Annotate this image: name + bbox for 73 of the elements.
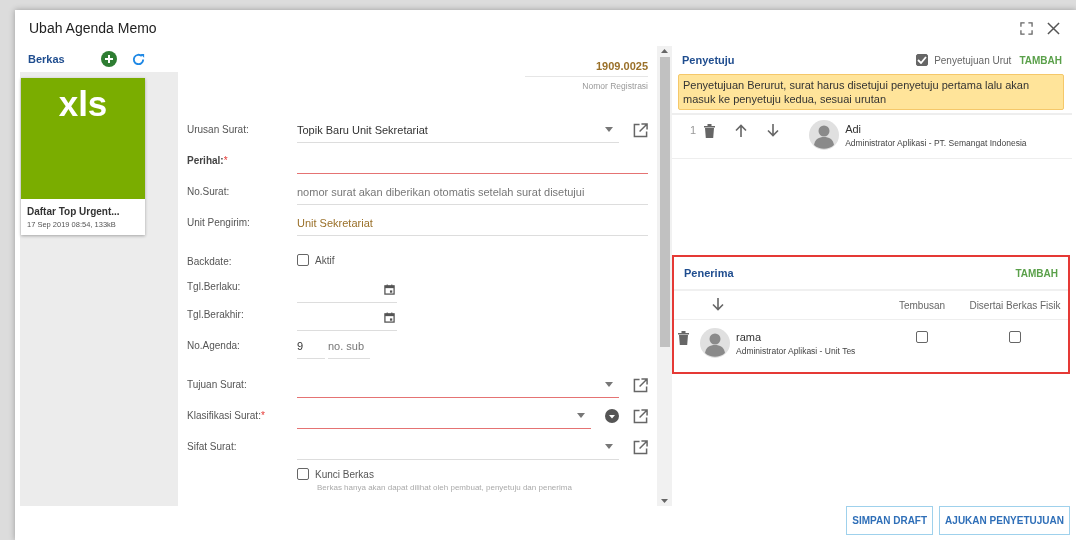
scrollbar-thumb[interactable] [659,57,670,347]
check-icon [917,56,928,64]
dropdown-circle-icon[interactable] [605,409,619,423]
file-name: Daftar Top Urgent... [27,206,121,217]
open-external-icon[interactable] [633,408,648,424]
close-icon[interactable] [1047,21,1060,35]
open-external-icon[interactable] [633,122,648,138]
fullscreen-icon[interactable] [1020,21,1033,35]
sub-number-field[interactable]: no. sub [328,333,370,359]
add-button[interactable]: TAMBAH [1019,54,1062,66]
field-label: Backdate: [187,256,232,267]
field-label: Unit Pengirim: [187,217,250,228]
arrow-up-icon[interactable] [735,124,748,137]
field-label: Sifat Surat: [187,441,237,452]
registration-label: Nomor Registrasi [581,81,648,91]
caret-icon[interactable] [605,382,613,387]
column-header: Disertai Berkas Fisik [968,299,1062,311]
required-mark: * [223,155,228,166]
file-type-label: xls [58,84,108,125]
add-icon[interactable] [100,51,117,67]
hint-text: Berkas hanya akan dapat dilihat oleh pembuat, penyetuju dan penerima [317,483,572,492]
action-button[interactable]: SIMPAN DRAFT [846,506,934,535]
section-title: Penyetuju [682,54,735,66]
field-label: Tujuan Surat: [187,379,247,390]
agenda-number-field[interactable]: 9 [297,333,325,359]
field-label: No.Agenda: [187,340,240,351]
person-name: Adi [845,123,863,135]
avatar-icon [809,120,840,150]
select-field[interactable]: Topik Baru Unit Sekretariat [297,117,619,143]
calendar-icon[interactable] [384,284,395,295]
arrow-down-icon[interactable] [712,297,724,311]
caret-icon[interactable] [605,444,613,449]
checkbox[interactable] [297,254,309,266]
scroll-down-icon[interactable] [661,499,668,503]
field-label: Tgl.Berakhir: [187,309,244,320]
avatar-icon [700,328,730,358]
checkbox-label: Aktif [315,254,335,266]
field-label: Tgl.Berlaku: [187,281,241,292]
scroll-up-icon[interactable] [661,49,668,53]
open-external-icon[interactable] [633,377,648,393]
trash-icon[interactable] [704,124,716,138]
required-mark: * [260,410,265,421]
dialog-title: Ubah Agenda Memo [29,20,157,36]
action-button[interactable]: AJUKAN PENYETUJUAN [939,506,1070,535]
refresh-icon[interactable] [130,51,146,67]
arrow-down-icon[interactable] [767,124,780,137]
checkbox[interactable] [297,468,309,480]
section-title: Berkas [28,53,65,65]
add-button[interactable]: TAMBAH [1015,267,1058,279]
checkbox[interactable] [916,54,929,66]
checkbox-label: Kunci Berkas [315,468,374,480]
order-number: 1 [690,124,697,136]
caret-icon[interactable] [577,413,585,418]
calendar-icon[interactable] [384,312,395,323]
person-name: rama [736,331,763,343]
caret-icon[interactable] [605,127,613,132]
open-external-icon[interactable] [633,439,648,455]
trash-icon[interactable] [678,331,689,345]
notice-banner: Penyetujuan Berurut, surat harus disetujui penyetuju pertama lalu akan masuk ke penyetuju kedua, sesuai urutan [678,74,1064,110]
scrollbar[interactable] [657,46,672,506]
registration-number: 1909.0025 [525,60,648,77]
section-title: Penerima [684,267,734,279]
field-label: Perihal: [187,155,224,166]
input-field[interactable]: nomor surat akan diberikan otomatis setelah surat disetujui [297,179,648,205]
checkbox[interactable] [916,331,928,343]
checkbox-label: Penyetujuan Urut [934,54,1012,66]
column-header: Tembusan [897,299,947,311]
field-label: No.Surat: [187,186,230,197]
field-label: Klasifikasi Surat: [187,410,261,421]
person-role: Administrator Aplikasi - Unit Tes [736,346,856,356]
field-label: Urusan Surat: [187,124,249,135]
checkbox[interactable] [1009,331,1021,343]
person-role: Administrator Aplikasi - PT. Semangat Indonesia [845,138,1027,148]
